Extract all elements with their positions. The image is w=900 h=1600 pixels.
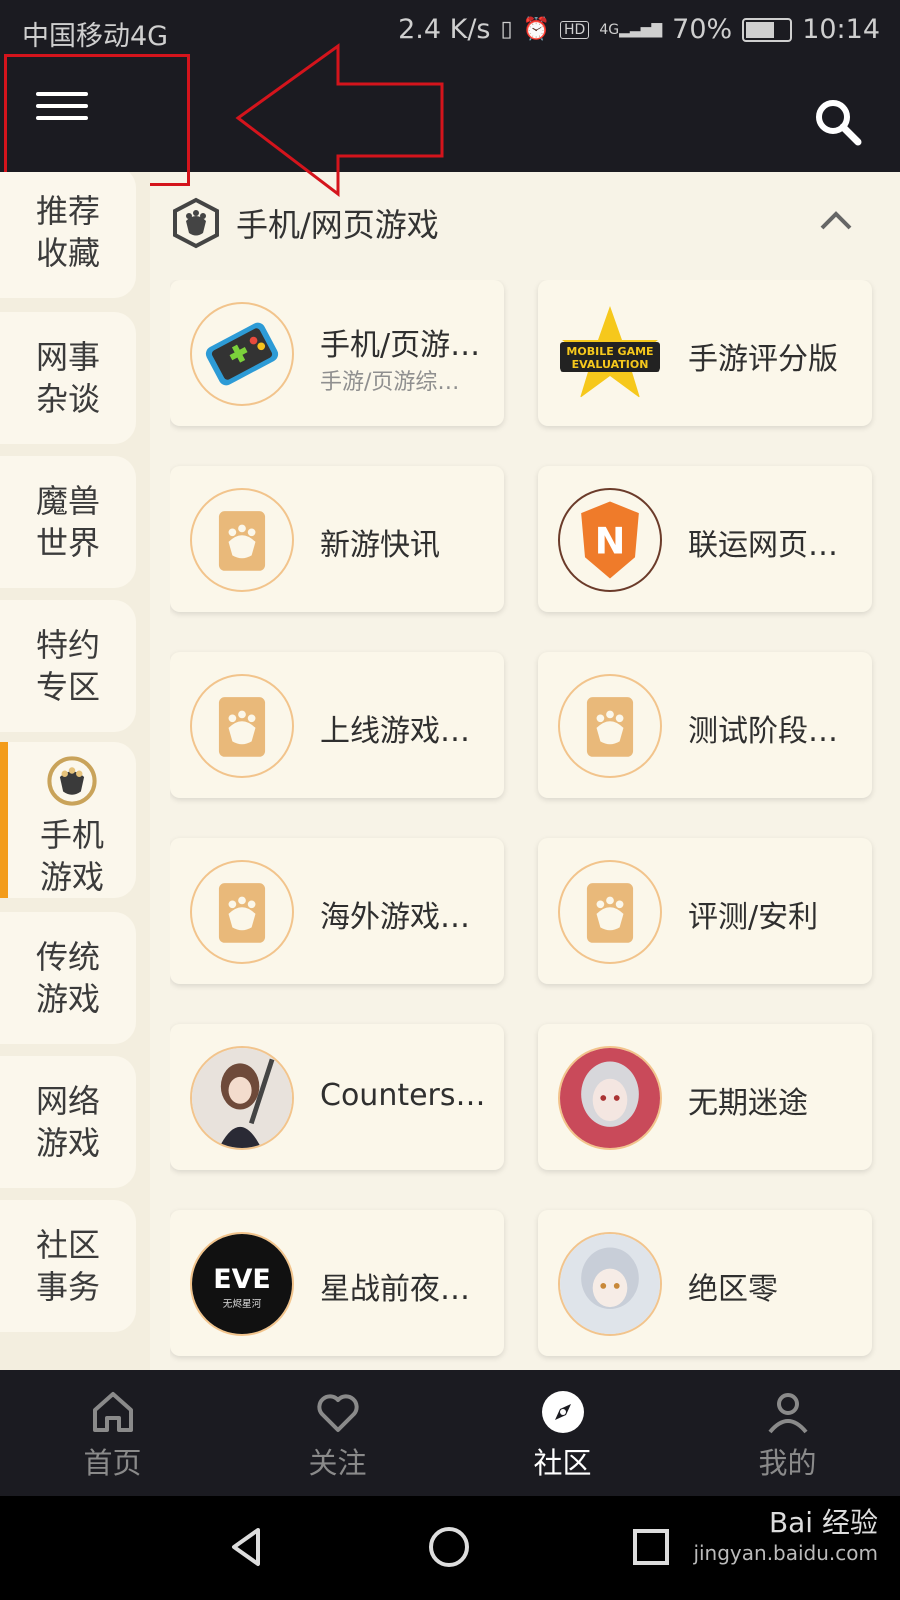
phone-gamepad-icon xyxy=(190,302,294,406)
hd-icon: HD xyxy=(560,20,590,39)
section-header[interactable]: 手机/网页游戏 xyxy=(170,190,880,256)
paw-shield-icon xyxy=(173,197,219,249)
forum-name: 上线游戏讨论 xyxy=(320,714,492,749)
forum-card[interactable]: EVE 无烬星河 星战前夜：无烬星河 xyxy=(170,1210,504,1356)
forum-name: 评测/安利 xyxy=(688,900,819,935)
forum-name: 手游评分版 xyxy=(688,342,838,377)
alarm-icon: ⏰ xyxy=(522,17,551,42)
forum-name: 无期迷途 xyxy=(688,1086,808,1121)
paw-card-icon xyxy=(190,860,294,964)
chevron-up-icon[interactable] xyxy=(814,198,858,242)
home-icon xyxy=(92,1392,133,1432)
star-badge-icon: MOBILE GAME EVALUATION xyxy=(558,302,662,406)
forum-card[interactable]: 测试阶段游戏 xyxy=(538,652,872,798)
battery-icon xyxy=(742,17,793,42)
forum-name: 星战前夜：无烬星河 xyxy=(320,1272,492,1307)
forum-card[interactable]: 上线游戏讨论 xyxy=(170,652,504,798)
network-speed: 2.4 K/s xyxy=(398,14,491,45)
n-shield-icon: N xyxy=(558,488,662,592)
forum-name: 海外游戏讨论 xyxy=(320,900,492,935)
sidebar-item-community[interactable]: 社区事务 xyxy=(0,1200,136,1332)
compass-icon xyxy=(541,1391,584,1433)
svg-text:MOBILE GAME: MOBILE GAME xyxy=(566,345,653,358)
menu-icon[interactable] xyxy=(36,84,88,136)
forum-name: 新游快讯 xyxy=(320,528,440,563)
nav-community[interactable]: 社区 xyxy=(450,1370,675,1496)
app-header xyxy=(0,64,900,172)
zenless-zone-zero-avatar xyxy=(558,1232,662,1336)
section-title: 手机/网页游戏 xyxy=(236,206,439,244)
svg-text:EVE: EVE xyxy=(213,1264,271,1295)
forum-card[interactable]: MOBILE GAME EVALUATION 手游评分版 xyxy=(538,280,872,426)
forum-card[interactable]: 评测/安利 xyxy=(538,838,872,984)
heart-icon xyxy=(316,1394,359,1432)
paw-card-icon xyxy=(558,860,662,964)
forum-card[interactable]: 绝区零 xyxy=(538,1210,872,1356)
signal-icon: 4G▂▃▅▇ xyxy=(599,21,663,38)
baidu-watermark: Bai 经验 jingyan.baidu.com xyxy=(693,1506,878,1566)
battery-percent: 70% xyxy=(672,14,733,45)
counterside-avatar xyxy=(190,1046,294,1150)
paw-emblem-icon xyxy=(47,756,97,806)
forum-card[interactable]: 海外游戏讨论 xyxy=(170,838,504,984)
forum-name: Counterside xyxy=(320,1078,492,1113)
category-sidebar: 推荐收藏 网事杂谈 魔兽世界 特约专区 手机游戏 传统游戏 网络游戏 社区事务 xyxy=(0,172,150,1370)
forum-card[interactable]: Counterside xyxy=(170,1024,504,1170)
back-icon[interactable] xyxy=(224,1524,270,1570)
bottom-navigation: 首页 关注 社区 我的 xyxy=(0,1370,900,1496)
forum-name: 测试阶段游戏 xyxy=(688,714,860,749)
forum-name: 联运网页游戏 xyxy=(688,528,860,563)
paw-card-icon xyxy=(558,674,662,778)
paw-card-icon xyxy=(190,674,294,778)
sidebar-item-special[interactable]: 特约专区 xyxy=(0,600,136,732)
user-icon xyxy=(767,1393,808,1434)
svg-text:EVALUATION: EVALUATION xyxy=(572,358,649,371)
search-icon[interactable] xyxy=(812,96,864,148)
paw-card-icon xyxy=(190,488,294,592)
sidebar-item-traditional[interactable]: 传统游戏 xyxy=(0,912,136,1044)
svg-text:N: N xyxy=(595,519,626,562)
forum-card[interactable]: 新游快讯 xyxy=(170,466,504,612)
svg-text:无烬星河: 无烬星河 xyxy=(223,1298,262,1310)
forum-card[interactable]: N 联运网页游戏 xyxy=(538,466,872,612)
clock: 10:14 xyxy=(802,14,880,45)
system-navigation-bar: Bai 经验 jingyan.baidu.com xyxy=(0,1496,900,1600)
nav-home[interactable]: 首页 xyxy=(0,1370,225,1496)
forum-card[interactable]: 手机/页游综合讨论 手游/页游综合讨论 xyxy=(170,280,504,426)
sidebar-item-recommended[interactable]: 推荐收藏 xyxy=(0,172,136,298)
sidebar-item-wow[interactable]: 魔兽世界 xyxy=(0,456,136,588)
status-indicators: 2.4 K/s ▯ ⏰ HD 4G▂▃▅▇ 70% 10:14 xyxy=(398,14,880,45)
recents-icon[interactable] xyxy=(628,1524,674,1570)
eve-logo: EVE 无烬星河 xyxy=(190,1232,294,1336)
forum-card[interactable]: 无期迷途 xyxy=(538,1024,872,1170)
forum-name: 手机/页游综合讨论 xyxy=(320,328,492,363)
status-bar: 中国移动4G 2.4 K/s ▯ ⏰ HD 4G▂▃▅▇ 70% 10:14 xyxy=(0,0,900,64)
carrier-label: 中国移动4G xyxy=(22,21,169,52)
forum-name: 绝区零 xyxy=(688,1272,778,1307)
sidebar-item-mobile-games[interactable]: 手机游戏 xyxy=(0,742,136,898)
vibrate-icon: ▯ xyxy=(500,17,513,42)
forum-grid: 手机/页游综合讨论 手游/页游综合讨论 MOBILE GAME EVALUATI… xyxy=(170,280,880,1370)
forum-description: 手游/页游综合讨论 xyxy=(320,370,480,395)
sidebar-item-online[interactable]: 网络游戏 xyxy=(0,1056,136,1188)
nav-me[interactable]: 我的 xyxy=(675,1370,900,1496)
nav-follow[interactable]: 关注 xyxy=(225,1370,450,1496)
sidebar-item-chat[interactable]: 网事杂谈 xyxy=(0,312,136,444)
home-circle-icon[interactable] xyxy=(426,1524,472,1570)
wuqimitu-avatar xyxy=(558,1046,662,1150)
